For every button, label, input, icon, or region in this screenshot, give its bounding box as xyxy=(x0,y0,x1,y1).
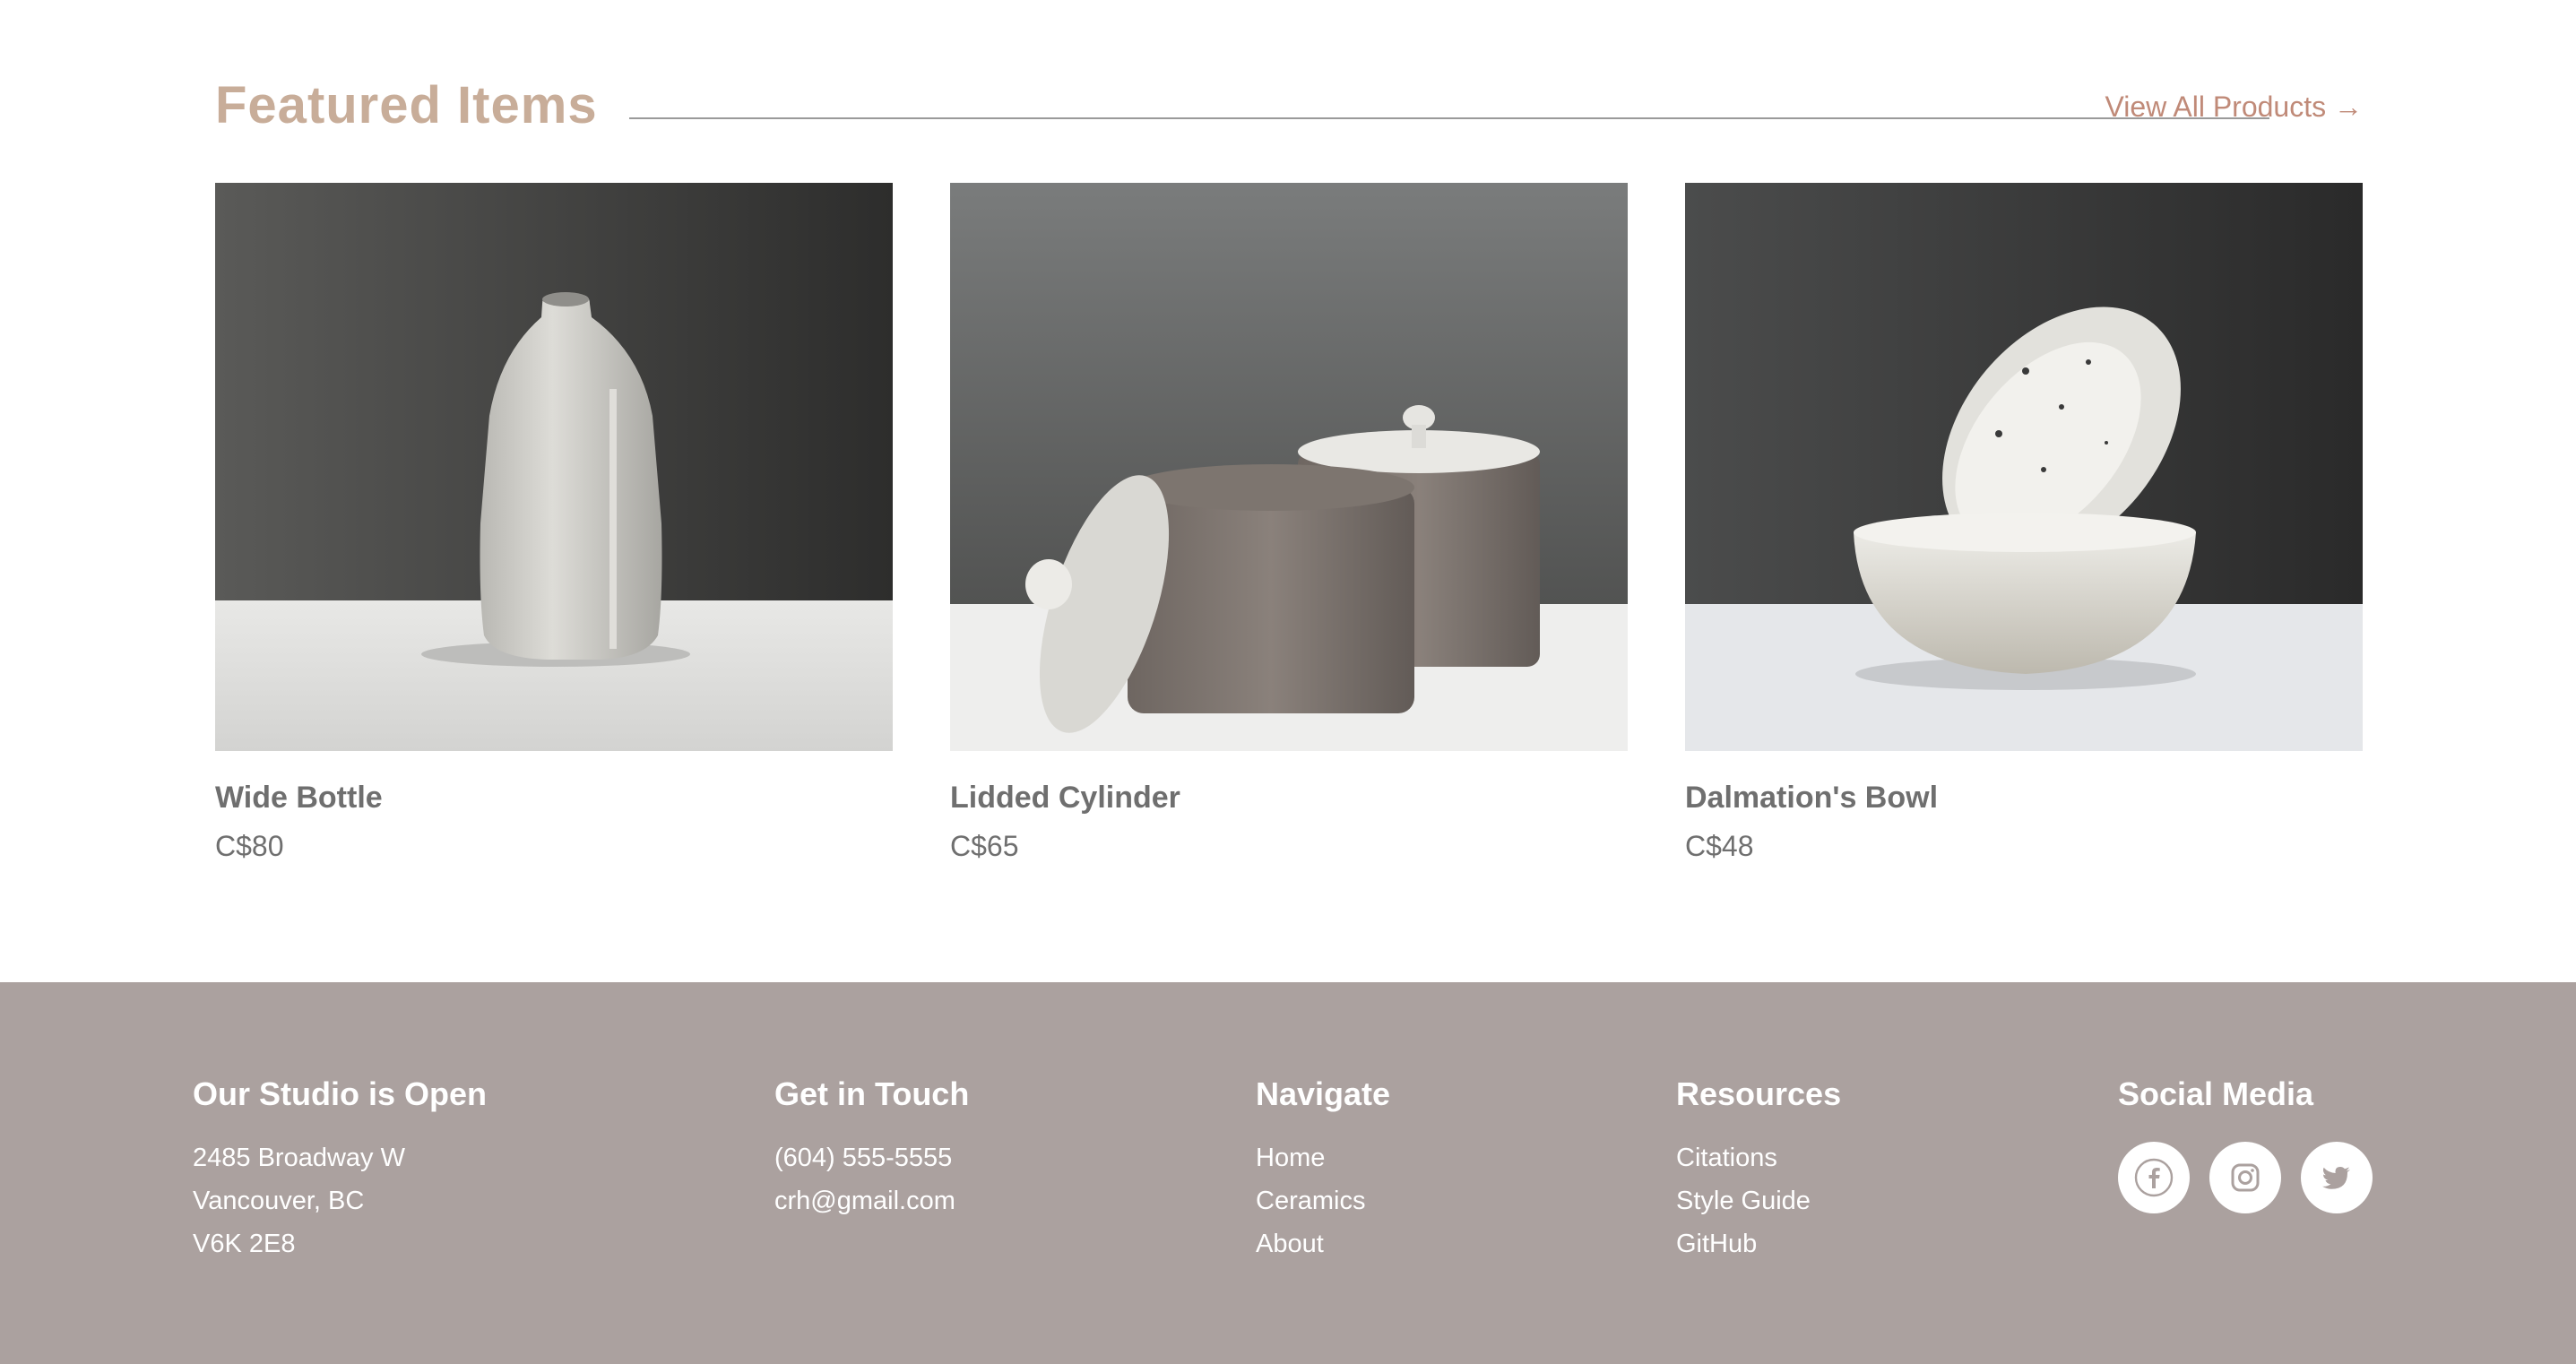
resource-link-style-guide[interactable]: Style Guide xyxy=(1676,1179,1841,1222)
footer-studio-column: Our Studio is Open 2485 Broadway W Vanco… xyxy=(193,1072,487,1265)
footer-heading-studio: Our Studio is Open xyxy=(193,1075,488,1112)
nav-link-ceramics[interactable]: Ceramics xyxy=(1256,1179,1390,1222)
footer-heading-social: Social Media xyxy=(2118,1075,2314,1112)
resource-link-github[interactable]: GitHub xyxy=(1676,1222,1841,1265)
product-price: C$65 xyxy=(950,830,1019,862)
footer-navigate-column: Navigate Home Ceramics About xyxy=(1256,1072,1390,1265)
product-name[interactable]: Wide Bottle xyxy=(215,778,893,817)
footer-social-column: Social Media xyxy=(2118,1072,2373,1213)
product-card-lidded-cylinder[interactable]: Lidded Cylinder C$65 xyxy=(950,183,1628,866)
social-icons xyxy=(2118,1142,2373,1213)
site-footer: Our Studio is Open 2485 Broadway W Vanco… xyxy=(0,982,2576,1364)
phone-link[interactable]: (604) 555-5555 xyxy=(774,1136,969,1179)
footer-contact-column: Get in Touch (604) 555-5555 crh@gmail.co… xyxy=(774,1072,969,1222)
product-price: C$80 xyxy=(215,830,284,862)
product-name[interactable]: Dalmation's Bowl xyxy=(1685,778,2363,817)
view-all-products-link[interactable]: View All Products → xyxy=(2105,86,2363,127)
product-card-wide-bottle[interactable]: Wide Bottle C$80 xyxy=(215,183,893,866)
footer-heading-contact: Get in Touch xyxy=(774,1075,970,1112)
address-line: 2485 Broadway W xyxy=(193,1144,405,1172)
wide-bottle-photo[interactable] xyxy=(215,183,893,751)
resource-link-citations[interactable]: Citations xyxy=(1676,1136,1841,1179)
instagram-icon[interactable] xyxy=(2209,1142,2281,1213)
dalmation-bowl-photo[interactable] xyxy=(1685,183,2363,751)
section-title: Featured Items xyxy=(215,76,598,134)
email-link[interactable]: crh@gmail.com xyxy=(774,1179,969,1222)
footer-heading-resources: Resources xyxy=(1676,1075,1842,1112)
footer-heading-navigate: Navigate xyxy=(1256,1075,1391,1112)
nav-link-home[interactable]: Home xyxy=(1256,1136,1390,1179)
twitter-icon[interactable] xyxy=(2301,1142,2373,1213)
address-line: V6K 2E8 xyxy=(193,1230,296,1258)
nav-link-about[interactable]: About xyxy=(1256,1222,1390,1265)
product-name[interactable]: Lidded Cylinder xyxy=(950,778,1628,817)
featured-header: Featured Items View All Products → xyxy=(215,70,2363,142)
featured-section: Featured Items View All Products → Wide … xyxy=(0,0,2576,982)
header-divider xyxy=(629,117,2269,119)
lidded-cylinder-photo[interactable] xyxy=(950,183,1628,751)
product-price: C$48 xyxy=(1685,830,1754,862)
facebook-icon[interactable] xyxy=(2118,1142,2190,1213)
footer-resources-column: Resources Citations Style Guide GitHub xyxy=(1676,1072,1841,1265)
product-card-dalmation-bowl[interactable]: Dalmation's Bowl C$48 xyxy=(1685,183,2363,866)
address-line: Vancouver, BC xyxy=(193,1187,365,1215)
